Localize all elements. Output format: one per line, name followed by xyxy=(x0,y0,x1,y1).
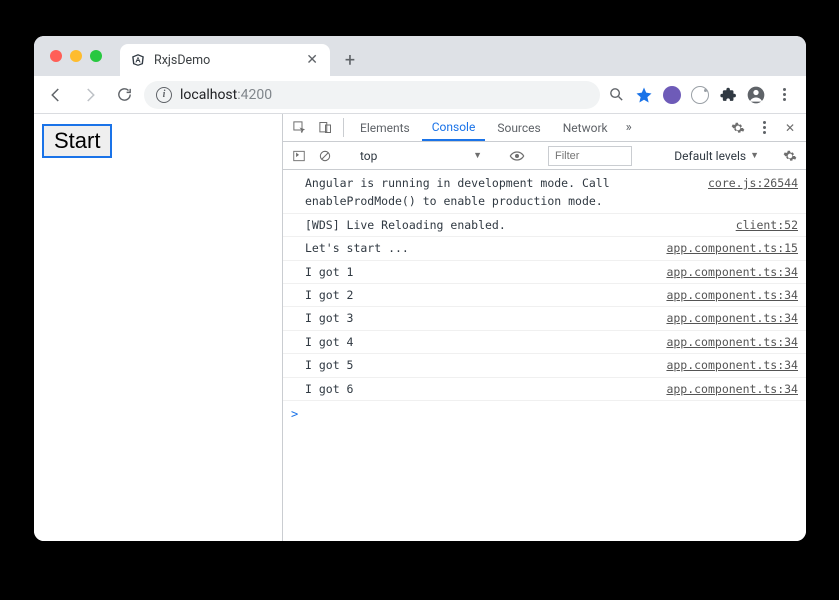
browser-toolbar: i localhost:4200 xyxy=(34,76,806,114)
log-source-link[interactable]: app.component.ts:34 xyxy=(666,333,798,351)
devtools-panel: Elements Console Sources Network » ✕ xyxy=(282,114,806,541)
log-source-link[interactable]: app.component.ts:34 xyxy=(666,286,798,304)
console-toolbar: top ▼ Default levels ▼ xyxy=(283,142,806,170)
console-output: Angular is running in development mode. … xyxy=(283,170,806,541)
page-viewport: Start xyxy=(34,114,282,541)
browser-menu-button[interactable] xyxy=(774,85,794,105)
console-log-row: I got 4 app.component.ts:34 xyxy=(283,331,806,354)
extension-icon-2[interactable] xyxy=(690,85,710,105)
log-message: I got 3 xyxy=(305,309,656,327)
context-selector[interactable]: top ▼ xyxy=(356,149,486,163)
live-expression-icon[interactable] xyxy=(507,146,527,166)
log-source-link[interactable]: app.component.ts:34 xyxy=(666,380,798,398)
console-log-row: [WDS] Live Reloading enabled. client:52 xyxy=(283,214,806,237)
console-prompt[interactable]: > xyxy=(283,401,806,428)
log-message: [WDS] Live Reloading enabled. xyxy=(305,216,726,234)
log-source-link[interactable]: app.component.ts:15 xyxy=(666,239,798,257)
back-button[interactable] xyxy=(42,81,70,109)
console-log-row: I got 5 app.component.ts:34 xyxy=(283,354,806,377)
tab-sources[interactable]: Sources xyxy=(487,114,550,141)
zoom-icon[interactable] xyxy=(606,85,626,105)
console-log-row: Let's start ... app.component.ts:15 xyxy=(283,237,806,260)
window-controls xyxy=(44,36,120,76)
tab-strip: RxjsDemo ✕ + xyxy=(34,36,806,76)
log-message: I got 1 xyxy=(305,263,656,281)
dropdown-icon: ▼ xyxy=(750,150,759,161)
url-text: localhost:4200 xyxy=(180,87,272,103)
maximize-window-button[interactable] xyxy=(90,50,102,62)
log-message: I got 6 xyxy=(305,380,656,398)
close-tab-button[interactable]: ✕ xyxy=(304,52,320,68)
devtools-close-icon[interactable]: ✕ xyxy=(778,114,802,141)
toolbar-right xyxy=(606,85,798,105)
devtools-menu-icon[interactable] xyxy=(752,114,776,141)
console-log-row: I got 6 app.component.ts:34 xyxy=(283,378,806,401)
tab-elements[interactable]: Elements xyxy=(350,114,420,141)
reload-button[interactable] xyxy=(110,81,138,109)
forward-button[interactable] xyxy=(76,81,104,109)
new-tab-button[interactable]: + xyxy=(336,46,364,74)
context-label: top xyxy=(360,149,377,163)
console-log-row: Angular is running in development mode. … xyxy=(283,170,806,214)
browser-window: RxjsDemo ✕ + i localhost:4200 xyxy=(34,36,806,541)
log-message: Angular is running in development mode. … xyxy=(305,174,698,211)
log-message: Let's start ... xyxy=(305,239,656,257)
address-bar[interactable]: i localhost:4200 xyxy=(144,81,600,109)
extension-icon-1[interactable] xyxy=(662,85,682,105)
site-info-icon[interactable]: i xyxy=(156,87,172,103)
log-levels-selector[interactable]: Default levels ▼ xyxy=(674,149,759,163)
log-message: I got 4 xyxy=(305,333,656,351)
minimize-window-button[interactable] xyxy=(70,50,82,62)
log-message: I got 2 xyxy=(305,286,656,304)
bookmark-star-icon[interactable] xyxy=(634,85,654,105)
extensions-icon[interactable] xyxy=(718,85,738,105)
console-settings-icon[interactable] xyxy=(780,146,800,166)
close-window-button[interactable] xyxy=(50,50,62,62)
tab-title: RxjsDemo xyxy=(154,53,296,68)
inspect-element-icon[interactable] xyxy=(287,114,311,141)
console-filter-input[interactable] xyxy=(548,146,632,166)
tab-network[interactable]: Network xyxy=(553,114,618,141)
content-area: Start Elements Console Sources Network » xyxy=(34,114,806,541)
separator xyxy=(343,118,344,137)
start-button[interactable]: Start xyxy=(42,124,112,158)
profile-avatar-icon[interactable] xyxy=(746,85,766,105)
more-tabs-button[interactable]: » xyxy=(620,114,638,141)
browser-tab[interactable]: RxjsDemo ✕ xyxy=(120,44,330,76)
clear-console-icon[interactable] xyxy=(315,146,335,166)
dropdown-icon: ▼ xyxy=(473,150,482,161)
tab-console[interactable]: Console xyxy=(422,114,486,141)
devtools-settings-icon[interactable] xyxy=(726,114,750,141)
log-message: I got 5 xyxy=(305,356,656,374)
log-source-link[interactable]: client:52 xyxy=(736,216,798,234)
angular-icon xyxy=(130,52,146,68)
log-source-link[interactable]: core.js:26544 xyxy=(708,174,798,211)
log-source-link[interactable]: app.component.ts:34 xyxy=(666,263,798,281)
log-source-link[interactable]: app.component.ts:34 xyxy=(666,309,798,327)
devtools-tabs: Elements Console Sources Network » ✕ xyxy=(283,114,806,142)
url-port: :4200 xyxy=(237,87,272,103)
console-log-row: I got 1 app.component.ts:34 xyxy=(283,261,806,284)
log-source-link[interactable]: app.component.ts:34 xyxy=(666,356,798,374)
console-log-row: I got 3 app.component.ts:34 xyxy=(283,307,806,330)
levels-label: Default levels xyxy=(674,149,746,163)
device-toolbar-icon[interactable] xyxy=(313,114,337,141)
url-host: localhost xyxy=(180,87,237,103)
console-log-row: I got 2 app.component.ts:34 xyxy=(283,284,806,307)
console-sidebar-toggle-icon[interactable] xyxy=(289,146,309,166)
